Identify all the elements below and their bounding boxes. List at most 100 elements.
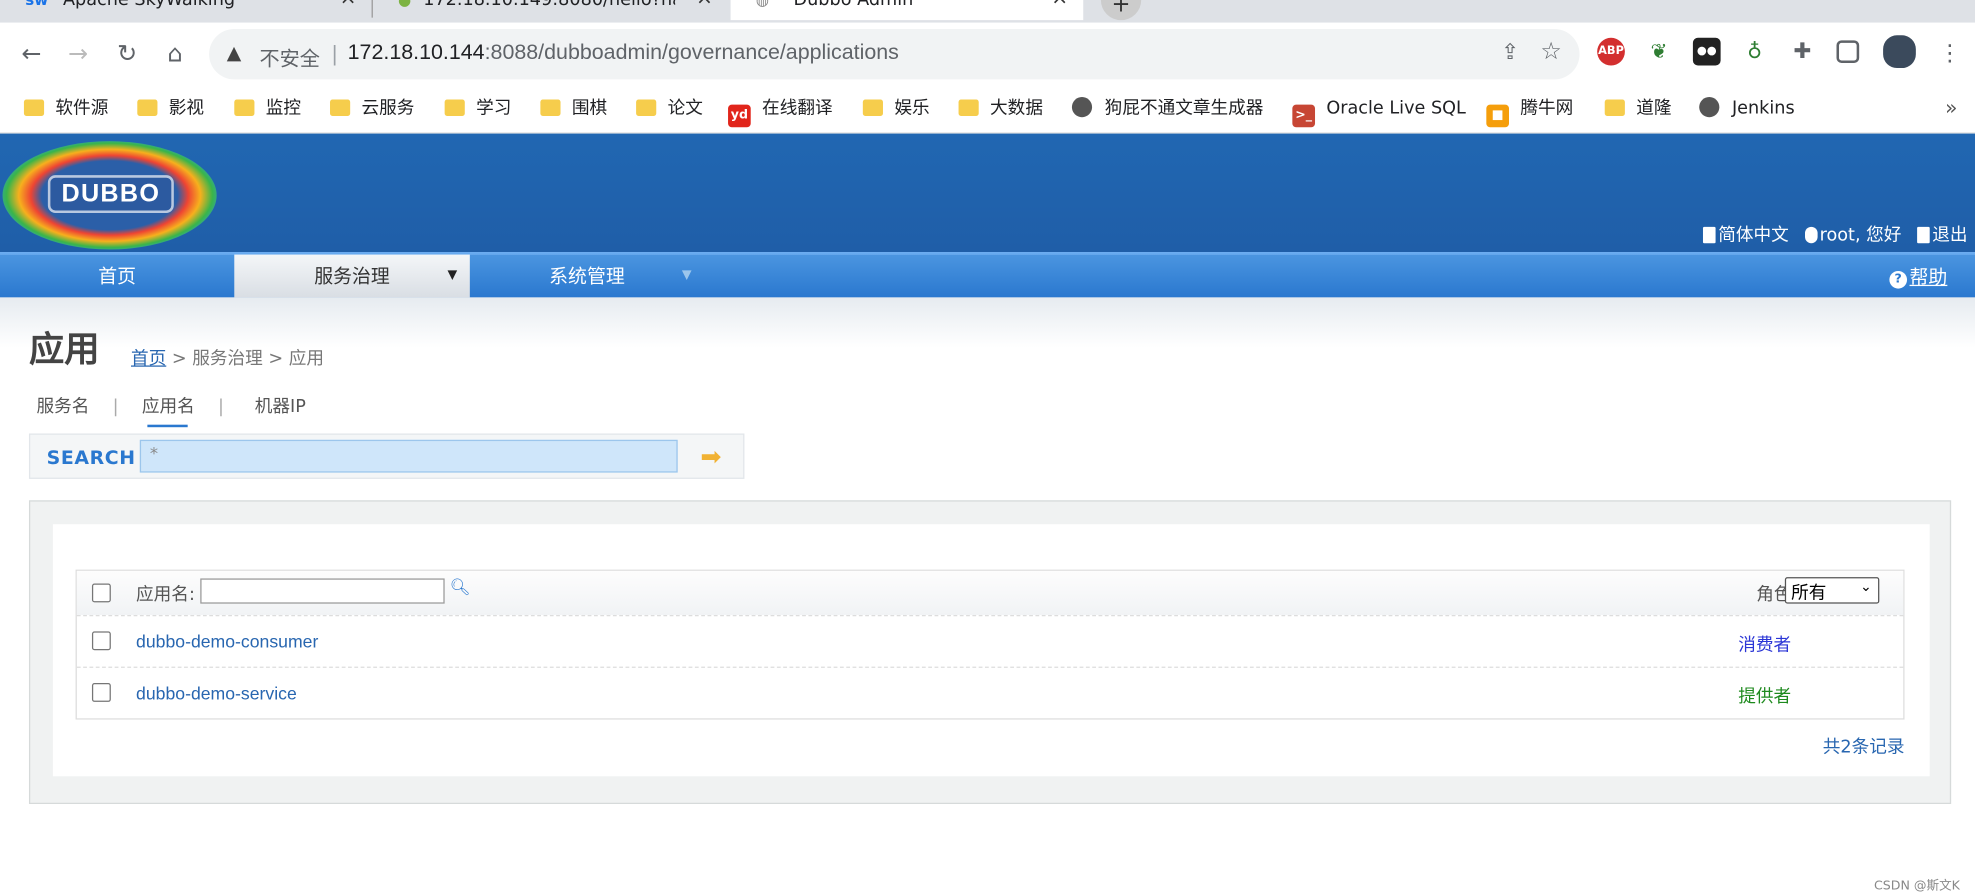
breadcrumb-mid: 服务治理 xyxy=(192,349,263,370)
bookmark-item[interactable]: 影视 xyxy=(137,97,204,122)
bookmark-item[interactable]: 狗屁不通文章生成器 xyxy=(1071,97,1264,122)
help-icon: ? xyxy=(1889,270,1908,289)
arrow-right-icon[interactable]: ➡ xyxy=(700,442,730,470)
adblock-icon[interactable]: ABP xyxy=(1597,37,1625,66)
search-tabs: 服务名 | 应用名 | 机器IP xyxy=(37,393,306,428)
app-name-link[interactable]: dubbo-demo-consumer xyxy=(136,631,318,651)
bookmark-item[interactable]: 云服务 xyxy=(330,97,414,122)
oracle-icon: >_ xyxy=(1292,104,1316,128)
caret-down-icon: ▼ xyxy=(447,268,458,283)
forward-icon[interactable]: → xyxy=(63,39,93,69)
search-input[interactable]: * xyxy=(139,439,678,473)
bookmark-label: 狗屁不通文章生成器 xyxy=(1104,98,1264,119)
folder-icon xyxy=(330,99,351,116)
youdao-icon: yd xyxy=(728,104,751,128)
select-all-checkbox[interactable] xyxy=(91,583,111,603)
bookmark-label: Oracle Live SQL xyxy=(1326,98,1466,119)
chevron-down-icon: ⌄ xyxy=(1860,578,1872,595)
search-icon[interactable]: 🔍︎ xyxy=(450,578,471,597)
role-value: 消费者 xyxy=(1738,635,1792,656)
close-icon[interactable]: × xyxy=(1051,0,1068,10)
search-tab-machine-ip[interactable]: 机器IP xyxy=(255,393,306,418)
bookmark-item[interactable]: 大数据 xyxy=(958,97,1043,122)
bookmark-item[interactable]: ■ 腾牛网 xyxy=(1486,97,1574,128)
app-name-link[interactable]: dubbo-demo-service xyxy=(136,683,297,703)
logout-label: 退出 xyxy=(1932,225,1968,246)
help-link[interactable]: ? 帮助 xyxy=(1889,263,1947,289)
skywalking-icon: sw xyxy=(25,0,49,9)
bookmark-item[interactable]: 道隆 xyxy=(1604,97,1671,122)
bookmark-item[interactable]: 软件源 xyxy=(23,97,108,122)
share-icon[interactable]: ⇪ xyxy=(1501,40,1519,65)
logout-link[interactable]: 退出 xyxy=(1917,226,1967,246)
search-tab-service[interactable]: 服务名 xyxy=(37,393,90,418)
puzzle-icon[interactable]: ✚ xyxy=(1788,37,1817,66)
language-link[interactable]: 简体中文 xyxy=(1703,226,1789,246)
menu-kebab-icon[interactable]: ⋮ xyxy=(1935,39,1965,69)
tab-dubbo-admin[interactable]: ◍ Dubbo Admin × xyxy=(730,0,1084,21)
bookmark-item[interactable]: yd 在线翻译 xyxy=(728,97,833,128)
nav-system-management[interactable]: 系统管理 ▼ xyxy=(470,255,704,298)
search-tab-application[interactable]: 应用名 xyxy=(142,393,195,428)
tab-skywalking[interactable]: sw Apache SkyWalking × xyxy=(0,0,372,20)
role-select[interactable]: 所有 ⌄ xyxy=(1784,577,1880,604)
new-tab-button[interactable]: + xyxy=(1100,0,1142,21)
app-filter-input[interactable] xyxy=(200,578,445,604)
bookmark-label: 在线翻译 xyxy=(762,98,833,119)
folder-icon xyxy=(444,99,465,116)
url-host: 172.18.10.144 xyxy=(347,40,485,65)
nav-home[interactable]: 首页 xyxy=(0,255,234,298)
folder-icon xyxy=(958,99,979,116)
globe-icon xyxy=(1699,97,1720,118)
home-icon[interactable]: ⌂ xyxy=(160,39,190,69)
document-icon xyxy=(1703,226,1716,244)
sidebar-icon[interactable] xyxy=(1836,40,1860,64)
tampermonkey-icon[interactable]: ●● xyxy=(1692,37,1721,66)
total-count: 共2条记录 xyxy=(1822,737,1905,758)
tab-hello[interactable]: ● 172.18.10.149:8080/hello?nam × xyxy=(373,0,728,20)
bookmark-item[interactable]: 娱乐 xyxy=(862,97,930,122)
bookmark-star-icon[interactable]: ☆ xyxy=(1540,38,1561,66)
row-checkbox[interactable] xyxy=(91,631,111,651)
bookmark-item[interactable]: 围棋 xyxy=(540,97,607,122)
folder-icon xyxy=(862,99,883,116)
close-icon[interactable]: × xyxy=(696,0,713,10)
folder-icon xyxy=(137,99,158,116)
bookmark-item[interactable]: >_ Oracle Live SQL xyxy=(1292,97,1466,128)
page-title: 应用 xyxy=(28,328,100,371)
browser-toolbar: ← → ↻ ⌂ ▲ 不安全 | 172.18.10.144:8088/dubbo… xyxy=(0,22,1975,86)
bookmark-label: 影视 xyxy=(168,98,205,119)
bookmark-item[interactable]: 论文 xyxy=(636,97,703,122)
back-icon[interactable]: ← xyxy=(16,39,46,69)
user-link[interactable]: root, 您好 xyxy=(1804,226,1901,246)
leaf-extension-icon[interactable]: ❦ xyxy=(1645,37,1673,66)
bookmark-item[interactable]: 学习 xyxy=(444,97,511,122)
address-bar[interactable]: ▲ 不安全 | 172.18.10.144:8088/dubboadmin/go… xyxy=(209,28,1580,80)
row-checkbox[interactable] xyxy=(91,683,111,702)
table-row: dubbo-demo-service 提供者 xyxy=(76,666,1904,719)
bookmark-label: 腾牛网 xyxy=(1520,98,1574,119)
tab-strip: sw Apache SkyWalking × ● 172.18.10.149:8… xyxy=(0,0,1975,23)
nav-label: 首页 xyxy=(98,264,137,288)
bookmark-item[interactable]: 监控 xyxy=(234,97,301,122)
tab-separator: | xyxy=(218,396,224,418)
breadcrumb-home[interactable]: 首页 xyxy=(131,349,166,369)
language-label: 简体中文 xyxy=(1718,225,1789,246)
logout-icon xyxy=(1917,226,1930,244)
security-label: 不安全 xyxy=(259,46,320,71)
reload-icon[interactable]: ↻ xyxy=(112,39,142,69)
folder-icon xyxy=(23,99,45,116)
profile-avatar[interactable] xyxy=(1883,35,1916,69)
tab-title: Apache SkyWalking xyxy=(62,0,236,11)
close-icon[interactable]: × xyxy=(340,0,357,10)
bookmark-label: 云服务 xyxy=(361,98,415,119)
help-label: 帮助 xyxy=(1909,265,1948,289)
tab-title: Dubbo Admin xyxy=(793,0,914,11)
url-text: 172.18.10.144:8088/dubboadmin/governance… xyxy=(348,40,899,65)
bookmark-item[interactable]: Jenkins xyxy=(1699,97,1795,122)
bookmarks-more-button[interactable]: » xyxy=(1945,96,1957,120)
nav-service-governance[interactable]: 服务治理 ▼ xyxy=(234,254,470,298)
app-filter-label: 应用名: xyxy=(136,584,195,605)
bookmark-label: 围棋 xyxy=(571,98,608,119)
adguard-icon[interactable]: ♁ xyxy=(1740,37,1769,66)
